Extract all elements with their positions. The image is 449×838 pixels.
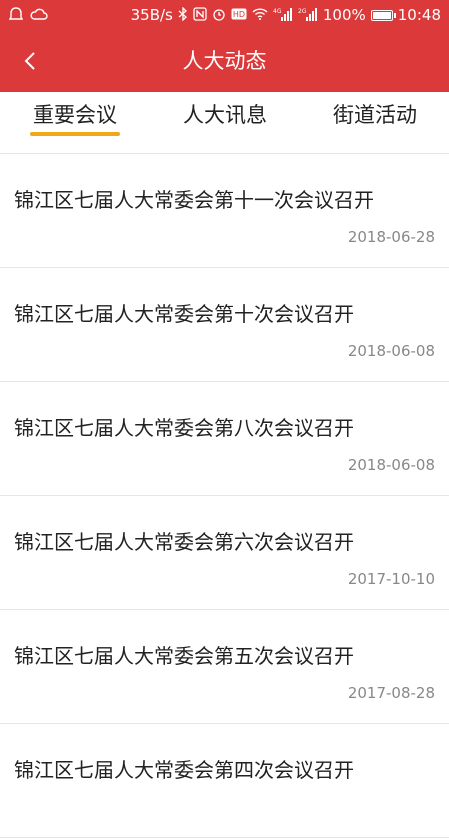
page-title: 人大动态 <box>182 49 267 73</box>
tab-congress-news[interactable]: 人大讯息 <box>170 92 280 153</box>
hd-icon: HD <box>231 8 247 23</box>
news-item[interactable]: 锦江区七届人大常委会第十一次会议召开 2018-06-28 <box>0 154 449 268</box>
news-title: 锦江区七届人大常委会第八次会议召开 <box>14 416 354 440</box>
news-title: 锦江区七届人大常委会第十一次会议召开 <box>14 188 374 212</box>
wifi-icon <box>252 7 268 23</box>
tab-important-meetings[interactable]: 重要会议 <box>20 92 130 153</box>
status-bar: 35B/s HD 4G 2G 100% 10:48 <box>0 0 449 30</box>
signal-2g-icon: 2G <box>298 7 318 24</box>
nfc-icon <box>193 6 207 24</box>
news-title: 锦江区七届人大常委会第六次会议召开 <box>14 530 354 554</box>
back-button[interactable] <box>18 48 44 74</box>
svg-text:HD: HD <box>233 10 245 19</box>
alarm-icon <box>212 7 226 24</box>
news-title: 锦江区七届人大常委会第五次会议召开 <box>14 644 354 668</box>
news-item[interactable]: 锦江区七届人大常委会第五次会议召开 2017-08-28 <box>0 610 449 724</box>
svg-text:4G: 4G <box>273 8 282 15</box>
header-bar: 人大动态 <box>0 30 449 92</box>
active-tab-indicator <box>30 132 120 136</box>
news-date: 2017-10-10 <box>347 570 435 588</box>
news-title: 锦江区七届人大常委会第四次会议召开 <box>14 758 354 782</box>
news-item[interactable]: 锦江区七届人大常委会第四次会议召开 <box>0 724 449 838</box>
net-speed: 35B/s <box>130 6 173 24</box>
news-date: 2017-08-28 <box>347 684 435 702</box>
battery-icon <box>370 9 396 21</box>
battery-percent: 100% <box>322 6 366 24</box>
news-date: 2018-06-08 <box>347 342 435 360</box>
notification-icon <box>8 6 24 25</box>
chevron-left-icon <box>24 52 35 70</box>
tab-bar: 重要会议 人大讯息 街道活动 <box>0 92 449 154</box>
signal-4g-icon: 4G <box>273 7 293 24</box>
news-item[interactable]: 锦江区七届人大常委会第八次会议召开 2018-06-08 <box>0 382 449 496</box>
bluetooth-icon <box>178 5 188 24</box>
news-list: 锦江区七届人大常委会第十一次会议召开 2018-06-28 锦江区七届人大常委会… <box>0 154 449 838</box>
clock: 10:48 <box>397 6 441 24</box>
news-title: 锦江区七届人大常委会第十次会议召开 <box>14 302 354 326</box>
svg-text:2G: 2G <box>298 8 307 15</box>
news-date: 2018-06-28 <box>347 228 435 246</box>
cloud-icon <box>30 7 48 24</box>
news-item[interactable]: 锦江区七届人大常委会第六次会议召开 2017-10-10 <box>0 496 449 610</box>
news-item[interactable]: 锦江区七届人大常委会第十次会议召开 2018-06-08 <box>0 268 449 382</box>
news-date: 2018-06-08 <box>347 456 435 474</box>
tab-street-activities[interactable]: 街道活动 <box>320 92 430 153</box>
